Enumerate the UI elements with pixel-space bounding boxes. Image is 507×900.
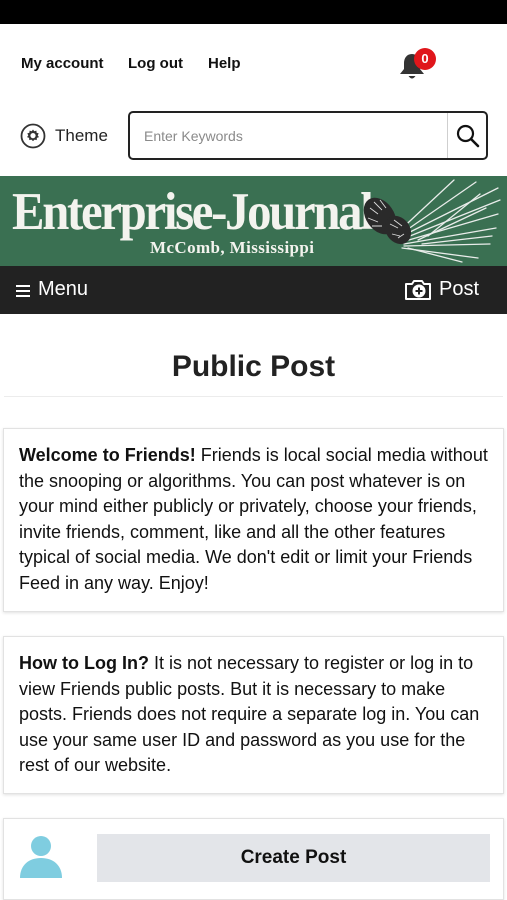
theme-search-row: Theme — [0, 108, 507, 164]
welcome-text: Welcome to Friends! Friends is local soc… — [19, 443, 491, 597]
post-button[interactable]: Post — [404, 277, 479, 301]
search-divider — [447, 113, 448, 158]
menu-button[interactable]: Menu — [16, 278, 88, 301]
login-heading: How to Log In? — [19, 653, 149, 673]
user-avatar-icon — [20, 836, 62, 878]
search-input[interactable] — [144, 125, 434, 147]
search-box — [128, 111, 488, 160]
my-account-link[interactable]: My account — [21, 55, 104, 72]
notification-count-badge: 0 — [414, 48, 436, 70]
theme-label: Theme — [55, 126, 108, 145]
create-post-button[interactable]: Create Post — [97, 834, 490, 882]
log-out-link[interactable]: Log out — [128, 55, 183, 72]
masthead-title: Enterprise-Journal — [12, 183, 374, 241]
hamburger-icon — [16, 285, 30, 297]
menu-label: Menu — [38, 278, 89, 300]
login-text: How to Log In? It is not necessary to re… — [19, 651, 491, 779]
welcome-heading: Welcome to Friends! — [19, 445, 196, 465]
welcome-body: Friends is local social media without th… — [19, 445, 488, 593]
pine-cone-logo-art — [363, 179, 501, 263]
notifications-button[interactable]: 0 — [398, 48, 438, 82]
add-post-icon — [405, 280, 431, 300]
page-title: Public Post — [171, 350, 336, 383]
theme-button[interactable]: Theme — [20, 122, 108, 150]
welcome-card: Welcome to Friends! Friends is local soc… — [3, 428, 504, 612]
masthead-subtitle: McComb, Mississippi — [150, 238, 315, 257]
help-link[interactable]: Help — [208, 55, 241, 72]
masthead-banner[interactable]: Enterprise-Journal McComb, Mississippi — [0, 176, 507, 266]
login-info-card: How to Log In? It is not necessary to re… — [3, 636, 504, 794]
gear-icon — [20, 123, 46, 149]
search-icon[interactable] — [455, 123, 481, 149]
menu-bar: Menu Post — [0, 266, 507, 314]
status-bar — [0, 0, 507, 24]
post-label: Post — [439, 277, 480, 300]
title-divider — [4, 396, 503, 397]
create-post-card: Create Post — [3, 818, 504, 900]
